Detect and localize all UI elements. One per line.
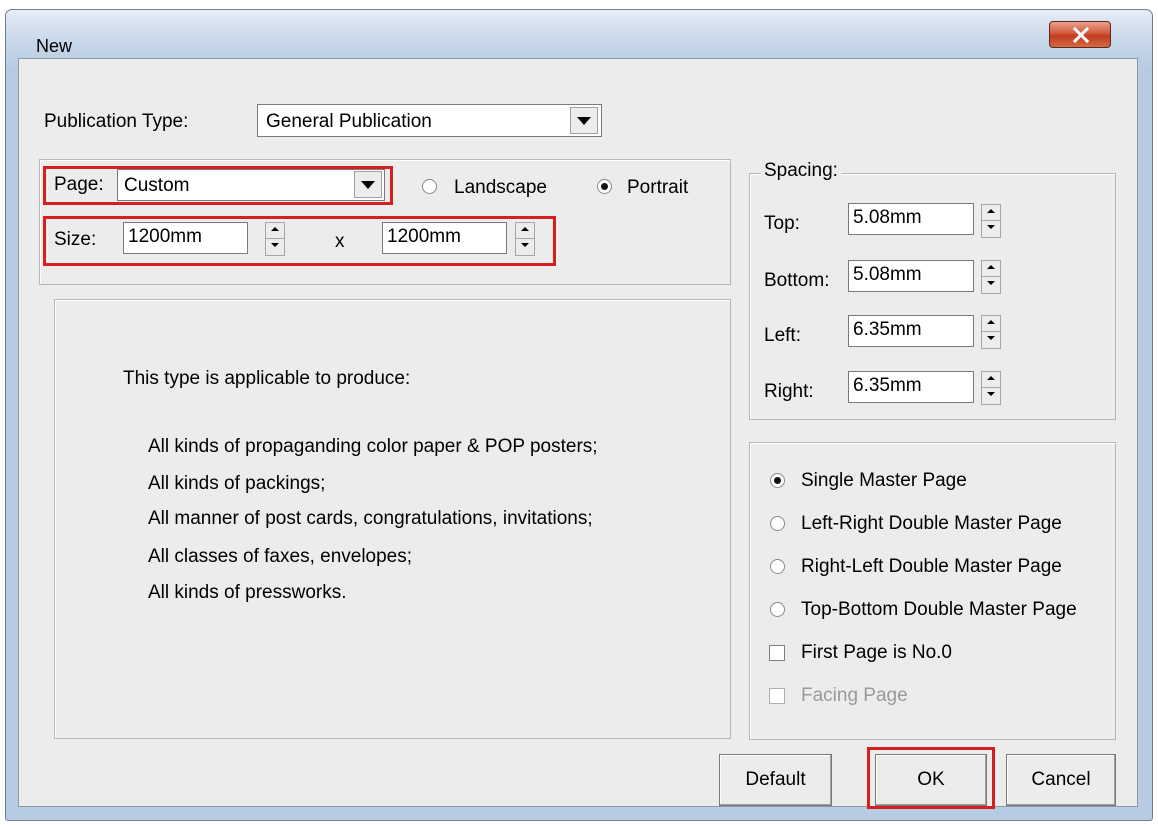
description-panel: This type is applicable to produce: All … (54, 299, 731, 739)
arrow-down-icon (521, 243, 529, 247)
spin-up-button[interactable] (982, 205, 1000, 221)
page-select[interactable]: Custom (117, 169, 385, 201)
description-line: All classes of faxes, envelopes; (148, 546, 413, 567)
arrow-up-icon (271, 227, 279, 231)
facing-page-label: Facing Page (801, 685, 908, 706)
dialog-body: Publication Type: General Publication Pa… (18, 58, 1138, 809)
landscape-radio[interactable] (422, 179, 437, 194)
publication-type-label: Publication Type: (44, 111, 189, 132)
height-spinner[interactable] (515, 222, 535, 256)
spacing-left-input[interactable]: 6.35mm (848, 315, 974, 347)
right-left-master-radio[interactable] (770, 559, 785, 574)
portrait-label: Portrait (627, 177, 689, 198)
first-page-label: First Page is No.0 (801, 642, 952, 663)
arrow-down-icon (987, 281, 995, 285)
description-line: All manner of post cards, congratulation… (148, 508, 593, 529)
ok-button[interactable]: OK (875, 754, 987, 806)
size-separator: x (335, 231, 345, 252)
arrow-down-icon (271, 243, 279, 247)
left-right-master-label: Left-Right Double Master Page (801, 513, 1062, 534)
spin-up-button[interactable] (516, 223, 534, 239)
size-label: Size: (54, 229, 97, 250)
spacing-top-label: Top: (764, 213, 800, 234)
description-line: All kinds of pressworks. (148, 582, 347, 603)
spacing-left-spinner[interactable] (981, 315, 1001, 349)
arrow-up-icon (987, 209, 995, 213)
top-bottom-master-label: Top-Bottom Double Master Page (801, 599, 1077, 620)
spin-down-button[interactable] (982, 388, 1000, 404)
spin-down-button[interactable] (982, 332, 1000, 348)
first-page-checkbox[interactable] (769, 645, 785, 661)
spin-up-button[interactable] (982, 261, 1000, 277)
spin-up-button[interactable] (266, 223, 284, 239)
chevron-down-icon (577, 117, 591, 125)
spacing-top-spinner[interactable] (981, 204, 1001, 238)
spacing-title: Spacing: (761, 160, 841, 182)
arrow-down-icon (987, 225, 995, 229)
width-spinner[interactable] (265, 222, 285, 256)
publication-type-value: General Publication (266, 111, 432, 132)
radio-selected-dot (601, 183, 608, 190)
facing-page-checkbox[interactable] (769, 688, 785, 704)
left-right-master-radio[interactable] (770, 516, 785, 531)
page-dropdown-button[interactable] (354, 171, 382, 198)
height-input[interactable]: 1200mm (382, 222, 507, 254)
spin-up-button[interactable] (982, 372, 1000, 388)
arrow-down-icon (987, 336, 995, 340)
dialog-title: New (36, 36, 73, 56)
spin-down-button[interactable] (982, 277, 1000, 293)
description-line: All kinds of propaganding color paper & … (148, 436, 598, 457)
spin-down-button[interactable] (982, 221, 1000, 237)
spacing-right-input[interactable]: 6.35mm (848, 371, 974, 403)
spacing-bottom-input[interactable]: 5.08mm (848, 260, 974, 292)
spin-up-button[interactable] (982, 316, 1000, 332)
spacing-right-label: Right: (764, 381, 814, 402)
page-value: Custom (124, 175, 190, 196)
spacing-top-input[interactable]: 5.08mm (848, 203, 974, 235)
right-left-master-label: Right-Left Double Master Page (801, 556, 1062, 577)
title-bar[interactable]: New (6, 10, 1152, 64)
spacing-bottom-label: Bottom: (764, 270, 830, 291)
chevron-down-icon (361, 181, 375, 189)
spacing-left-label: Left: (764, 325, 801, 346)
width-input[interactable]: 1200mm (123, 222, 248, 254)
portrait-radio[interactable] (597, 179, 612, 194)
dialog-window: New Publication Type: General Publicatio… (5, 9, 1153, 821)
arrow-up-icon (521, 227, 529, 231)
landscape-label: Landscape (454, 177, 547, 198)
arrow-down-icon (987, 392, 995, 396)
spacing-bottom-spinner[interactable] (981, 260, 1001, 294)
publication-type-dropdown-button[interactable] (570, 107, 598, 134)
top-bottom-master-radio[interactable] (770, 602, 785, 617)
spacing-right-spinner[interactable] (981, 371, 1001, 405)
close-icon (1072, 27, 1090, 43)
cancel-button[interactable]: Cancel (1006, 754, 1116, 806)
description-heading: This type is applicable to produce: (123, 368, 411, 389)
publication-type-select[interactable]: General Publication (257, 104, 602, 137)
arrow-up-icon (987, 265, 995, 269)
description-line: All kinds of packings; (148, 473, 326, 494)
spin-down-button[interactable] (266, 239, 284, 255)
single-master-label: Single Master Page (801, 470, 967, 491)
spin-down-button[interactable] (516, 239, 534, 255)
arrow-up-icon (987, 376, 995, 380)
arrow-up-icon (987, 320, 995, 324)
default-button[interactable]: Default (719, 754, 832, 806)
page-label: Page: (54, 174, 104, 195)
radio-selected-dot (774, 477, 781, 484)
single-master-radio[interactable] (770, 473, 785, 488)
close-button[interactable] (1049, 21, 1111, 48)
